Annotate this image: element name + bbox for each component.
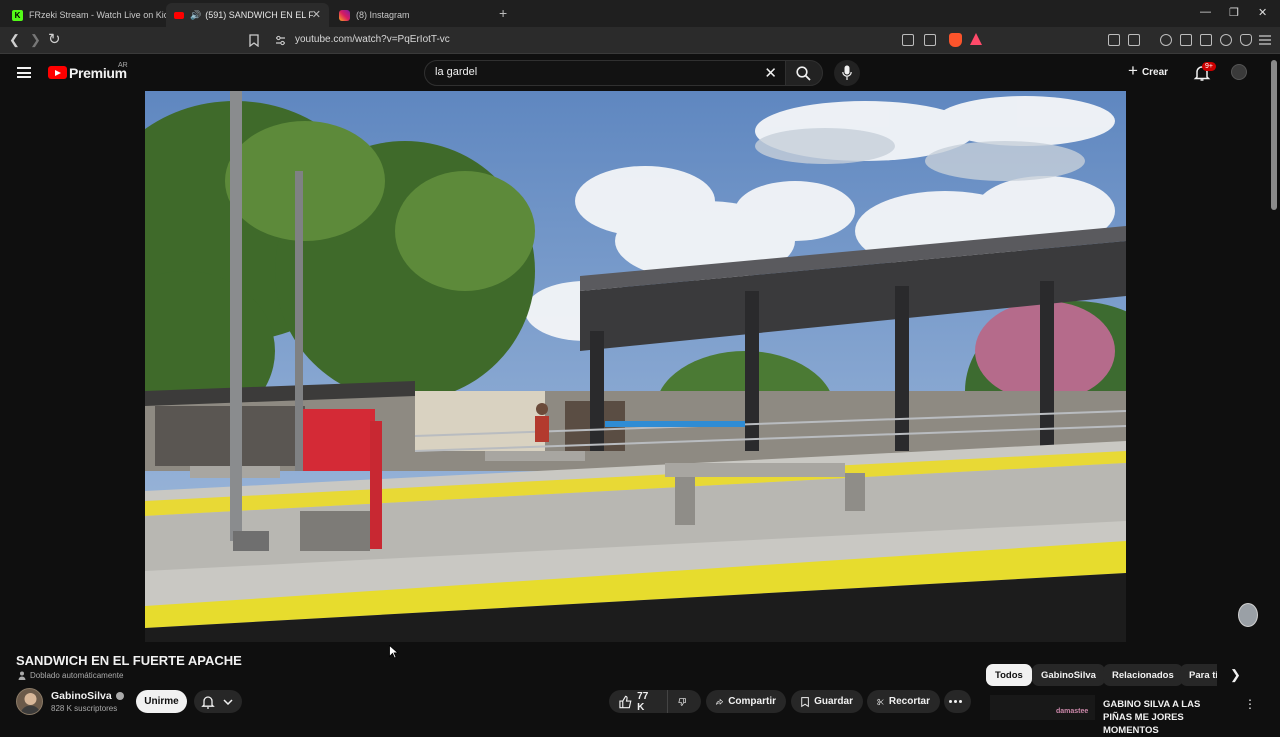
verified-badge-icon — [115, 692, 124, 700]
recommendation-thumbnail[interactable]: damastee — [990, 695, 1095, 720]
more-horizontal-icon — [948, 700, 962, 703]
share-label: Compartir — [728, 696, 776, 707]
floating-avatar-icon[interactable] — [1238, 603, 1258, 627]
tab-instagram[interactable]: (8) Instagram — [331, 3, 491, 27]
browser-menu-icon[interactable] — [1259, 35, 1271, 45]
forward-icon[interactable]: ❯ — [30, 32, 41, 48]
chevron-down-icon — [223, 699, 233, 705]
tab-youtube[interactable]: 🔊 (591) SANDWICH EN EL FUERTE APACHE ✕ — [166, 3, 329, 27]
video-frame — [145, 91, 1126, 642]
chip-related[interactable]: Relacionados — [1103, 664, 1183, 686]
plus-icon: + — [1128, 61, 1138, 80]
new-tab-icon[interactable]: + — [499, 5, 507, 21]
thumbs-down-icon — [678, 697, 686, 706]
close-window-icon[interactable]: ✕ — [1258, 6, 1267, 19]
like-button[interactable]: 77 K — [609, 690, 667, 713]
chip-clip-container: Para ti — [1180, 664, 1217, 686]
tab-title: FRzeki Stream - Watch Live on Kick — [29, 10, 166, 20]
mouse-cursor-icon — [389, 645, 399, 659]
sidebar-icon[interactable] — [1180, 34, 1192, 46]
page-scrollbar[interactable] — [1271, 60, 1277, 210]
channel-name-text: GabinoSilva — [51, 690, 112, 702]
person-voice-icon — [18, 671, 26, 680]
search-icon — [796, 66, 811, 81]
notification-badge: 9+ — [1202, 62, 1216, 71]
speaker-icon: 🔊 — [190, 9, 202, 20]
account-avatar[interactable] — [1231, 64, 1247, 80]
close-tab-icon[interactable]: ✕ — [312, 8, 321, 21]
save-label: Guardar — [814, 696, 853, 707]
bell-icon — [201, 696, 215, 709]
microphone-icon — [842, 65, 852, 80]
chevron-right-icon[interactable]: ❯ — [1230, 667, 1241, 683]
like-count: 77 K — [637, 690, 649, 713]
voice-search-button[interactable] — [834, 60, 860, 86]
site-settings-icon[interactable] — [275, 35, 286, 46]
more-actions-button[interactable] — [944, 690, 971, 713]
save-button[interactable]: Guardar — [791, 690, 863, 713]
dubbed-text: Doblado automáticamente — [30, 671, 124, 680]
dubbed-label: Doblado automáticamente — [18, 671, 123, 680]
country-code: AR — [118, 62, 128, 69]
channel-avatar[interactable] — [16, 688, 43, 715]
music-icon[interactable] — [1160, 34, 1172, 46]
channel-avatar-image — [20, 693, 41, 714]
scissors-icon — [877, 698, 884, 705]
more-vertical-icon[interactable]: ⋮ — [1244, 697, 1256, 711]
leo-ai-icon[interactable] — [1220, 34, 1232, 46]
clip-button[interactable]: Recortar — [867, 690, 940, 713]
share-page-icon[interactable] — [924, 34, 936, 46]
youtube-masthead: Premium AR ✕ + Crear 9+ — [0, 54, 1280, 91]
thumbs-up-icon — [619, 695, 632, 708]
subscriber-count: 828 K suscriptores — [51, 704, 118, 713]
tab-kick[interactable]: K FRzeki Stream - Watch Live on Kick — [4, 3, 166, 27]
wallet-icon[interactable] — [1200, 34, 1212, 46]
create-button[interactable]: + Crear — [1128, 61, 1169, 81]
bookmark-icon[interactable] — [249, 34, 259, 47]
instagram-icon — [339, 9, 350, 21]
chip-for-you[interactable]: Para ti — [1180, 664, 1217, 686]
cast-icon[interactable] — [902, 34, 914, 46]
maximize-icon[interactable]: ❐ — [1229, 6, 1239, 19]
search-input[interactable] — [435, 66, 735, 78]
vpn-icon[interactable] — [1240, 34, 1252, 46]
chip-channel[interactable]: GabinoSilva — [1032, 664, 1105, 686]
channel-name[interactable]: GabinoSilva — [51, 690, 124, 702]
recommendation-title[interactable]: GABINO SILVA A LAS PIÑAS ME JORES MOMENT… — [1103, 698, 1231, 737]
youtube-logo-icon[interactable] — [48, 66, 67, 79]
extensions-icon[interactable] — [1108, 34, 1120, 46]
clear-search-icon[interactable]: ✕ — [764, 64, 777, 82]
minimize-icon[interactable]: — — [1200, 6, 1211, 18]
browser-tab-bar: K FRzeki Stream - Watch Live on Kick 🔊 (… — [0, 0, 1280, 27]
share-button[interactable]: Compartir — [706, 690, 786, 713]
thumbnail-text: damastee — [1056, 708, 1089, 715]
screenshot-icon[interactable] — [1128, 34, 1140, 46]
brave-shields-icon[interactable] — [949, 33, 962, 47]
share-icon — [716, 698, 724, 705]
video-player[interactable] — [145, 91, 1126, 642]
search-button[interactable] — [785, 60, 823, 86]
kick-icon: K — [12, 9, 23, 21]
subscription-notifications-button[interactable] — [194, 690, 242, 713]
reload-icon[interactable]: ↻ — [48, 30, 61, 48]
address-bar: ❮ ❯ ↻ youtube.com/watch?v=PqErIotT-vc — [0, 27, 1280, 54]
join-button[interactable]: Unirme — [136, 690, 187, 713]
dislike-button[interactable] — [667, 690, 701, 713]
guide-menu-icon[interactable] — [17, 67, 31, 78]
back-icon[interactable]: ❮ — [9, 32, 20, 48]
brave-rewards-icon[interactable] — [970, 33, 982, 45]
search-box: ✕ — [424, 60, 786, 86]
chip-todos[interactable]: Todos — [986, 664, 1032, 686]
video-title: SANDWICH EN EL FUERTE APACHE — [16, 653, 242, 668]
tab-title: (591) SANDWICH EN EL FUERTE APACHE — [205, 10, 314, 20]
url-text[interactable]: youtube.com/watch?v=PqErIotT-vc — [295, 34, 450, 45]
create-label: Crear — [1141, 66, 1169, 78]
youtube-favicon-icon — [174, 11, 184, 19]
clip-label: Recortar — [888, 696, 930, 707]
tab-title: (8) Instagram — [356, 10, 410, 20]
save-bookmark-icon — [801, 696, 809, 707]
